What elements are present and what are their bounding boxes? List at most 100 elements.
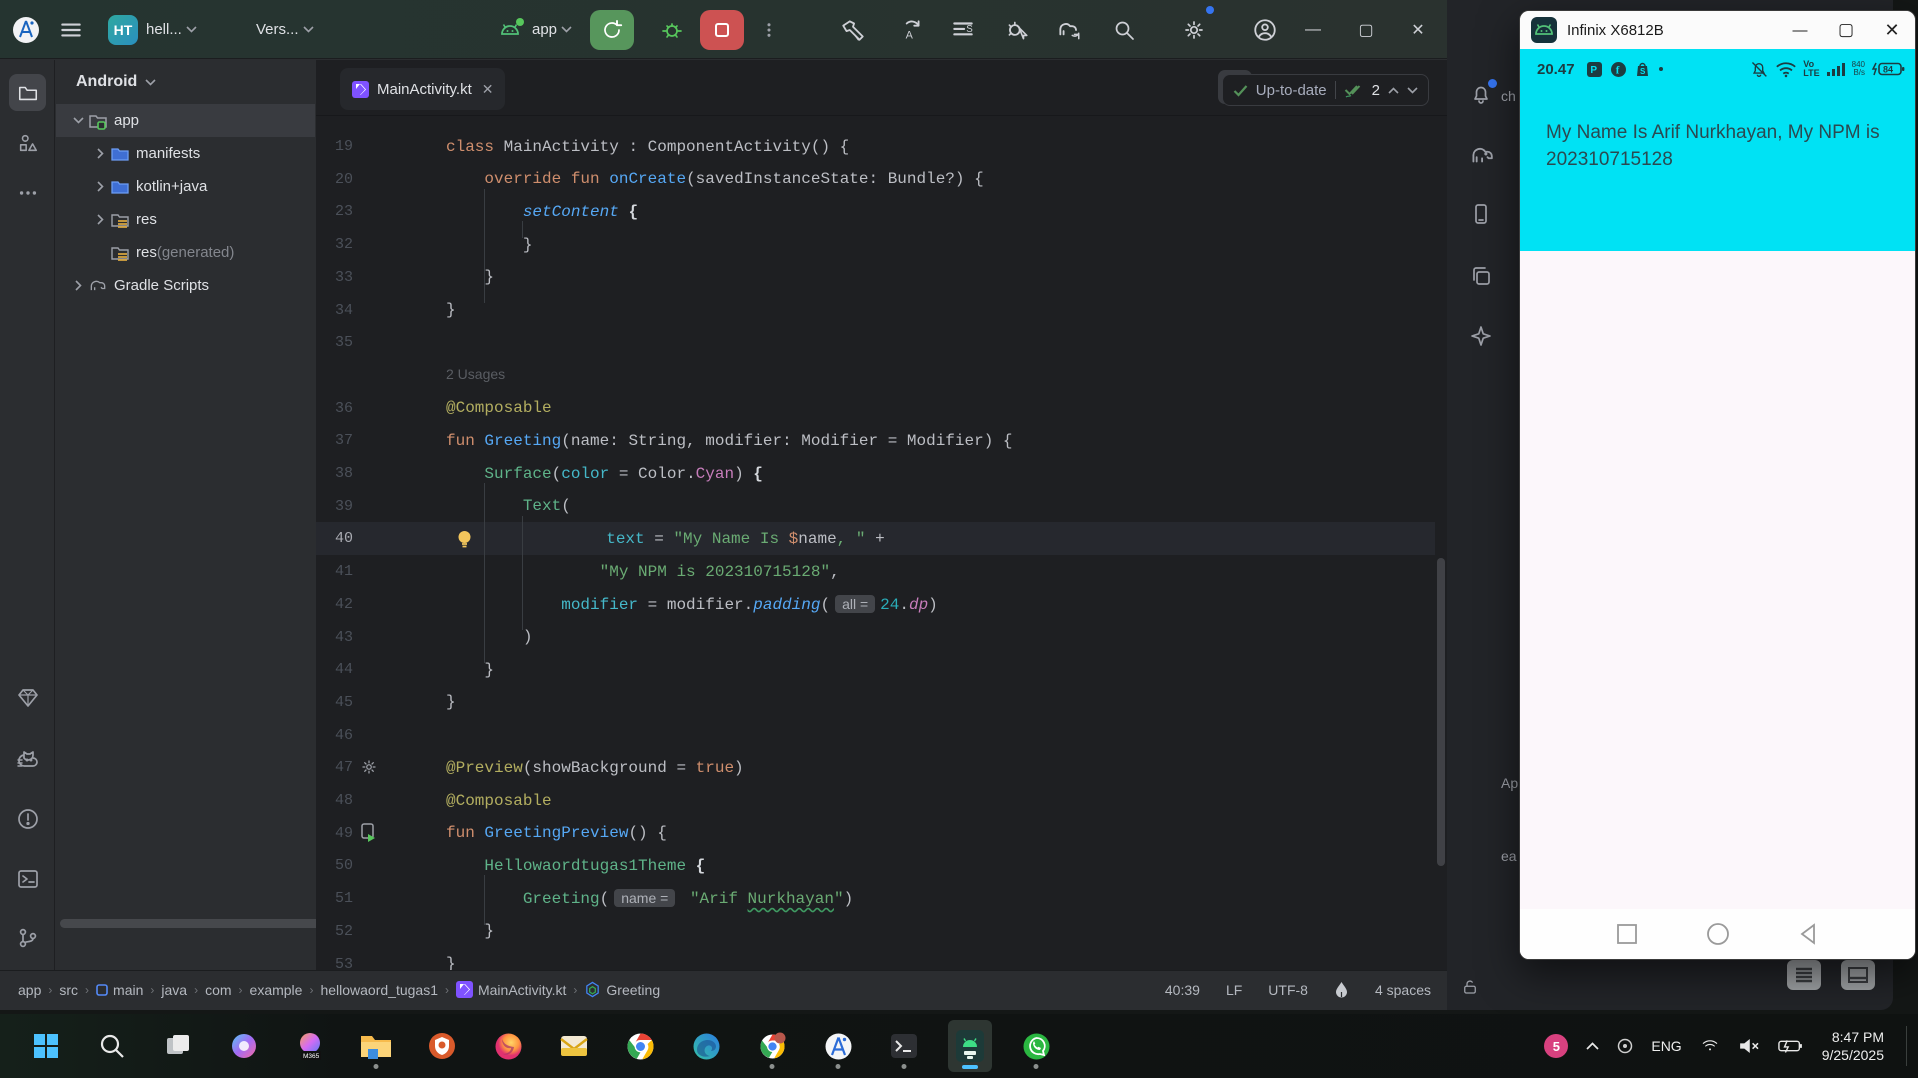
gradle-icon[interactable] [1463, 137, 1499, 173]
search-button[interactable] [90, 1020, 134, 1072]
tree-expand-icon[interactable] [70, 280, 86, 291]
breadcrumb-item[interactable]: java [161, 982, 187, 998]
editor-scrollbar[interactable] [1437, 558, 1445, 866]
bulb-icon[interactable] [456, 529, 476, 549]
maximize-button[interactable]: ▢ [1823, 11, 1869, 49]
ide-minimize-button[interactable]: — [1295, 0, 1331, 59]
running-devices-icon[interactable] [1463, 196, 1499, 232]
pages-icon[interactable] [1463, 258, 1499, 294]
toolbar-more-button[interactable] [760, 0, 790, 59]
indent-setting[interactable]: 4 spaces [1375, 982, 1431, 998]
sync-button[interactable]: A [898, 0, 934, 59]
tree-expand-icon[interactable] [92, 181, 108, 192]
tree-expand-icon[interactable] [92, 214, 108, 225]
volume-muted-icon[interactable] [1738, 1037, 1760, 1055]
sidebar-item-terminal[interactable] [9, 860, 46, 897]
assistant-icon[interactable] [1463, 318, 1499, 354]
project-widget[interactable]: HT hell... [108, 0, 197, 59]
code-editor[interactable]: 19 class MainActivity : ComponentActivity… [316, 116, 1435, 970]
browser-shield-icon[interactable] [420, 1020, 464, 1072]
sidebar-item-more-tool-windows[interactable] [9, 174, 46, 211]
notification-badge[interactable]: 5 [1544, 1034, 1569, 1058]
device-mirror-titlebar[interactable]: Infinix X6812B — ▢ ✕ [1520, 11, 1915, 49]
breadcrumb-item[interactable]: src [59, 982, 78, 998]
firefox-icon[interactable] [486, 1020, 530, 1072]
sidebar-item-project[interactable] [9, 74, 46, 111]
battery-icon[interactable] [1777, 1038, 1804, 1054]
start-button[interactable] [24, 1020, 68, 1072]
close-icon[interactable]: ✕ [482, 81, 494, 98]
run-preview-icon[interactable] [360, 823, 380, 843]
tab-mainactivity[interactable]: MainActivity.kt ✕ [340, 68, 506, 110]
chrome-icon[interactable] [618, 1020, 662, 1072]
debug-button[interactable] [650, 0, 694, 59]
nav-home-button[interactable] [1706, 922, 1730, 946]
gear-small-icon[interactable] [360, 758, 380, 778]
run-config-widget[interactable]: app [498, 0, 572, 59]
tray-icon[interactable] [1617, 1038, 1633, 1054]
ide-maximize-button[interactable]: ▢ [1348, 0, 1384, 59]
main-menu-button[interactable] [58, 0, 94, 59]
notifications-icon[interactable] [1463, 76, 1499, 112]
attach-debugger-button[interactable] [1004, 0, 1040, 59]
profiler-button[interactable]: S [950, 0, 986, 59]
inspections-widget[interactable]: Up-to-date 2 [1221, 74, 1429, 106]
layout-panel-icon[interactable] [1841, 960, 1875, 990]
m365-copilot-icon[interactable]: M365 [288, 1020, 332, 1072]
device-mirror-icon[interactable] [948, 1020, 992, 1072]
highlight-level-icon[interactable] [1334, 981, 1349, 998]
clock[interactable]: 8:47 PM 9/25/2025 [1822, 1028, 1884, 1064]
edge-icon[interactable] [684, 1020, 728, 1072]
file-encoding[interactable]: UTF-8 [1268, 982, 1308, 998]
breadcrumb-item[interactable]: MainActivity.kt [455, 981, 566, 998]
tree-item-manifests[interactable]: manifests [56, 137, 315, 170]
settings-button[interactable] [1182, 0, 1218, 59]
sidebar-item-logcat[interactable] [9, 740, 46, 777]
language-indicator[interactable]: ENG [1651, 1038, 1681, 1054]
sidebar-item-gemini[interactable] [9, 679, 46, 716]
account-avatar[interactable] [1252, 0, 1288, 59]
rerun-button[interactable] [590, 0, 634, 59]
phone-screen[interactable]: 20.47 Pf S Vo LTE 840 B/s 84 My Name Is Arif Nu… [1520, 49, 1915, 959]
breadcrumb-item[interactable]: example [250, 982, 303, 998]
file-explorer-icon[interactable] [354, 1020, 398, 1072]
whatsapp-icon[interactable] [1014, 1020, 1058, 1072]
nav-back-button[interactable] [1798, 923, 1820, 945]
usages-hint[interactable]: 2 Usages [446, 366, 505, 382]
next-problem-button[interactable] [1407, 86, 1418, 94]
search-everywhere-button[interactable] [1112, 0, 1146, 59]
chrome-profile-icon[interactable] [750, 1020, 794, 1072]
wifi-icon[interactable] [1700, 1038, 1720, 1054]
caret-position[interactable]: 40:39 [1165, 982, 1200, 998]
breadcrumb-item[interactable]: app [18, 982, 41, 998]
copilot-icon[interactable] [222, 1020, 266, 1072]
tree-item-res[interactable]: res [56, 203, 315, 236]
mail-icon[interactable] [552, 1020, 596, 1072]
tree-item-res[interactable]: res (generated) [56, 236, 315, 269]
tree-expand-icon[interactable] [92, 148, 108, 159]
breadcrumb-item[interactable]: Greeting [584, 981, 660, 998]
close-button[interactable]: ✕ [1869, 11, 1915, 49]
stop-button[interactable] [700, 0, 744, 59]
tree-item-kotlin-java[interactable]: kotlin+java [56, 170, 315, 203]
sidebar-item-resource-manager[interactable] [9, 124, 46, 161]
sidebar-item-problems[interactable] [9, 800, 46, 837]
project-view-selector[interactable]: Android [76, 73, 137, 91]
build-button[interactable] [840, 0, 876, 59]
line-ending[interactable]: LF [1226, 982, 1242, 998]
tree-collapse-icon[interactable] [70, 117, 86, 124]
ide-close-button[interactable]: ✕ [1400, 0, 1436, 59]
task-view-button[interactable] [156, 1020, 200, 1072]
nav-recents-button[interactable] [1616, 923, 1638, 945]
minimize-button[interactable]: — [1777, 11, 1823, 49]
breadcrumb-item[interactable]: com [205, 982, 231, 998]
tray-overflow-chevron[interactable] [1586, 1042, 1599, 1050]
layout-list-icon[interactable] [1787, 960, 1821, 990]
vcs-widget[interactable]: Vers... [248, 0, 314, 59]
project-scrollbar[interactable] [60, 919, 356, 928]
prev-problem-button[interactable] [1388, 86, 1399, 94]
tree-item-gradle-scripts[interactable]: Gradle Scripts [56, 269, 315, 302]
sidebar-item-version-control[interactable] [9, 919, 46, 956]
breadcrumb-item[interactable]: main [96, 982, 143, 998]
show-desktop-button[interactable] [1906, 1026, 1910, 1066]
